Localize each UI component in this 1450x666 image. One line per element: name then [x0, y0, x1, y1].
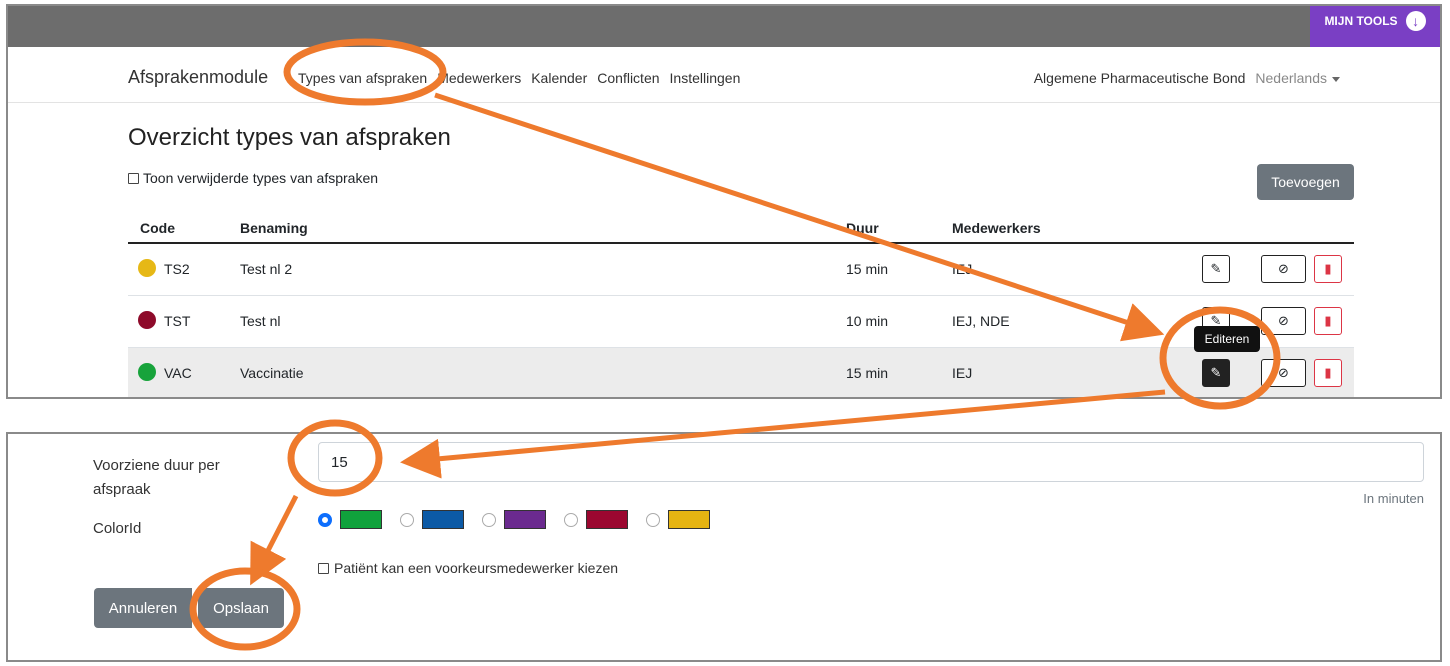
- color-option[interactable]: [400, 510, 464, 529]
- brand[interactable]: Afsprakenmodule: [128, 67, 268, 88]
- trash-icon: ▮: [1324, 261, 1332, 276]
- header-code: Code: [140, 220, 175, 236]
- color-swatch: [586, 510, 628, 529]
- header-duration: Duur: [846, 220, 879, 236]
- my-tools-label: MIJN TOOLS: [1324, 14, 1398, 28]
- delete-button[interactable]: ▮: [1314, 255, 1342, 283]
- show-deleted-label: Toon verwijderde types van afspraken: [143, 170, 379, 186]
- color-swatch: [668, 510, 710, 529]
- appointment-types-screenshot: MIJN TOOLS ↓ Afsprakenmodule Types van a…: [6, 4, 1442, 399]
- edit-icon: ✎: [1210, 261, 1222, 276]
- my-tools-button[interactable]: MIJN TOOLS ↓: [1310, 6, 1440, 52]
- color-option[interactable]: [482, 510, 546, 529]
- color-radio[interactable]: [400, 512, 414, 527]
- duration-label: Voorziene duur per afspraak: [93, 457, 220, 498]
- color-radio[interactable]: [318, 512, 332, 527]
- row-name: Test nl 2: [240, 261, 293, 277]
- color-label: ColorId: [93, 520, 142, 537]
- caret-down-icon: [1332, 76, 1340, 82]
- row-code: VAC: [164, 365, 192, 381]
- nav-link-types[interactable]: Types van afspraken: [298, 70, 427, 86]
- color-option[interactable]: [564, 510, 628, 529]
- eye-slash-icon: ⊘: [1278, 365, 1289, 380]
- color-radio[interactable]: [564, 512, 578, 527]
- nav-link-staff[interactable]: Medewerkers: [437, 70, 521, 86]
- row-code: TS2: [164, 261, 190, 277]
- edit-icon: ✎: [1210, 365, 1222, 380]
- color-swatch: [422, 510, 464, 529]
- show-deleted-checkbox[interactable]: [128, 172, 139, 184]
- color-dot: [138, 311, 156, 329]
- preferred-staff-toggle[interactable]: Patiënt kan een voorkeursmedewerker kiez…: [318, 560, 618, 576]
- nav-link-settings[interactable]: Instellingen: [670, 70, 741, 86]
- header-staff: Medewerkers: [952, 220, 1041, 236]
- edit-button[interactable]: ✎: [1202, 255, 1230, 283]
- nav-right: Algemene Pharmaceutische Bond Nederlands: [1034, 70, 1340, 86]
- top-bar: [8, 6, 1440, 47]
- edit-tooltip: Editeren: [1194, 326, 1260, 352]
- color-options: [318, 510, 710, 529]
- eye-slash-icon: ⊘: [1278, 313, 1289, 328]
- color-swatch: [504, 510, 546, 529]
- color-option[interactable]: [318, 510, 382, 529]
- row-name: Vaccinatie: [240, 365, 304, 381]
- table-header: Code Benaming Duur Medewerkers: [128, 210, 1354, 244]
- edit-form-screenshot: Voorziene duur per afspraak 15 In minute…: [6, 432, 1442, 662]
- nav-links: Types van afspraken Medewerkers Kalender…: [298, 70, 740, 86]
- color-radio[interactable]: [646, 512, 660, 527]
- delete-button[interactable]: ▮: [1314, 307, 1342, 335]
- row-staff: IEJ: [952, 365, 973, 381]
- table-row: TS2 Test nl 2 15 min IEJ ✎ ⊘ ▮: [128, 244, 1354, 296]
- hide-button[interactable]: ⊘: [1261, 307, 1306, 335]
- nav-link-calendar[interactable]: Kalender: [531, 70, 587, 86]
- trash-icon: ▮: [1324, 365, 1332, 380]
- navbar: Afsprakenmodule Types van afspraken Mede…: [8, 47, 1440, 103]
- color-dot: [138, 363, 156, 381]
- table-row: VAC Vaccinatie 15 min IEJ ✎ ⊘ ▮: [128, 348, 1354, 397]
- table-row: TST Test nl 10 min IEJ, NDE ✎ ⊘ ▮: [128, 296, 1354, 348]
- color-radio[interactable]: [482, 512, 496, 527]
- duration-input[interactable]: 15: [318, 442, 1424, 482]
- preferred-staff-checkbox[interactable]: [318, 562, 329, 574]
- eye-slash-icon: ⊘: [1278, 261, 1289, 276]
- preferred-staff-label: Patiënt kan een voorkeursmedewerker kiez…: [334, 560, 619, 576]
- language-dropdown[interactable]: Nederlands: [1255, 70, 1340, 86]
- add-button[interactable]: Toevoegen: [1257, 164, 1354, 200]
- color-option[interactable]: [646, 510, 710, 529]
- color-swatch: [340, 510, 382, 529]
- hide-button[interactable]: ⊘: [1261, 255, 1306, 283]
- hide-button[interactable]: ⊘: [1261, 359, 1306, 387]
- download-arrow-icon: ↓: [1405, 11, 1426, 31]
- row-code: TST: [164, 313, 191, 329]
- page-title: Overzicht types van afspraken: [128, 124, 451, 151]
- appointment-types-table: Code Benaming Duur Medewerkers TS2 Test …: [128, 210, 1354, 397]
- edit-button[interactable]: ✎: [1202, 359, 1230, 387]
- header-name: Benaming: [240, 220, 308, 236]
- row-staff: IEJ, NDE: [952, 313, 1010, 329]
- show-deleted-toggle[interactable]: Toon verwijderde types van afspraken: [128, 170, 378, 186]
- row-staff: IEJ: [952, 261, 973, 277]
- organization-name: Algemene Pharmaceutische Bond: [1033, 70, 1246, 86]
- language-label: Nederlands: [1255, 70, 1327, 86]
- cancel-button[interactable]: Annuleren: [94, 588, 192, 628]
- save-button[interactable]: Opslaan: [198, 588, 284, 628]
- color-dot: [138, 259, 156, 277]
- trash-icon: ▮: [1324, 313, 1332, 328]
- duration-hint: In minuten: [1363, 491, 1424, 506]
- row-duration: 15 min: [846, 261, 889, 277]
- delete-button[interactable]: ▮: [1314, 359, 1342, 387]
- row-duration: 10 min: [846, 313, 889, 329]
- nav-link-conflicts[interactable]: Conflicten: [597, 70, 659, 86]
- row-duration: 15 min: [846, 365, 889, 381]
- row-name: Test nl: [240, 313, 281, 329]
